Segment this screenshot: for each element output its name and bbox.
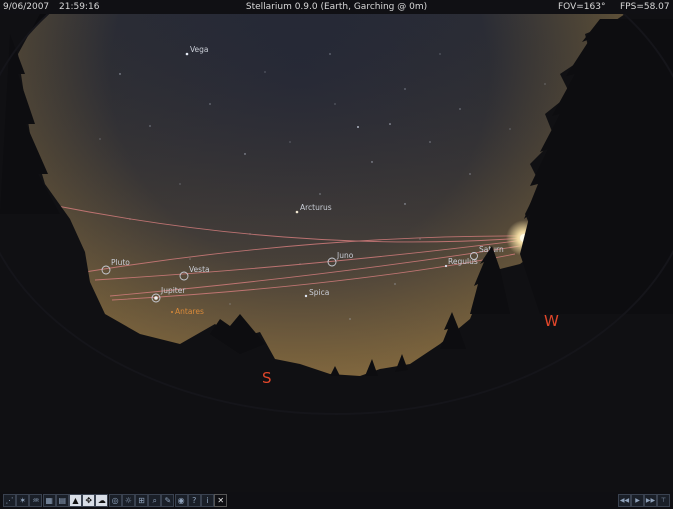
nebulas-button[interactable]: ◎ [108, 494, 122, 507]
search-icon: ⌕ [152, 496, 157, 505]
nebulas-icon: ◎ [111, 496, 119, 505]
constellation-lines-icon: ⋰ [5, 496, 14, 505]
star-arcturus-label: Arcturus [300, 203, 332, 212]
info-button[interactable]: i [201, 494, 214, 507]
constellation-names-icon: ✶ [19, 496, 27, 505]
equatorial-grid-icon: ▤ [58, 496, 67, 505]
fast-forward-button[interactable]: ▶▶ [644, 494, 657, 507]
azimuth-grid-button[interactable]: ▦ [42, 494, 56, 507]
fov-readout: FOV=163° [558, 2, 606, 12]
fast-forward-icon: ▶▶ [645, 497, 656, 504]
star-vega[interactable]: Vega [185, 45, 209, 56]
rewind-icon: ◀◀ [619, 497, 630, 504]
star-antares-label: Antares [175, 307, 204, 316]
cardinal-points-button[interactable]: ✥ [82, 494, 96, 507]
atmosphere-icon: ☁ [97, 496, 106, 505]
star-spica[interactable]: Spica [304, 288, 330, 298]
fps-readout: FPS=58.07 [620, 2, 670, 12]
cardinal-south: S [262, 369, 272, 387]
equatorial-grid-button[interactable]: ▤ [55, 494, 69, 507]
constellation-art-icon: ♒ [32, 496, 40, 505]
status-bar: 9/06/2007 21:59:16 Stellarium 0.9.0 (Ear… [0, 0, 673, 14]
star-regulus-label: Regulus [448, 257, 478, 266]
star-spica-label: Spica [309, 288, 329, 297]
now-icon: ⊤ [660, 497, 667, 504]
sky-canvas[interactable]: Vega Arcturus Spica Regulus Antares Plut… [0, 14, 673, 492]
equatorial-mount-button[interactable]: ⊞ [135, 494, 148, 507]
cardinal-points-icon: ✥ [85, 496, 93, 505]
now-button[interactable]: ⊤ [657, 494, 670, 507]
info-icon: i [206, 496, 209, 505]
rewind-button[interactable]: ◀◀ [618, 494, 631, 507]
configuration-button[interactable]: ✎ [161, 494, 175, 507]
sky-view[interactable]: Vega Arcturus Spica Regulus Antares Plut… [0, 14, 673, 492]
atmosphere-button[interactable]: ☁ [95, 494, 109, 507]
ground-icon: ▲ [72, 496, 79, 505]
ground-button[interactable]: ▲ [69, 494, 82, 507]
constellation-names-button[interactable]: ✶ [16, 494, 30, 507]
planet-hints-button[interactable]: ☼ [121, 494, 135, 507]
constellation-lines-button[interactable]: ⋰ [3, 494, 16, 507]
constellation-art-button[interactable]: ♒ [29, 494, 43, 507]
bottom-toolbar: ⋰ ✶ ♒ ▦ ▤ ▲ ✥ ☁ ◎ ☼ ⊞ ⌕ ✎ ◉? i ✕ ◀◀ ▶ ▶▶ ⊤ [0, 492, 673, 509]
play-icon: ▶ [635, 497, 640, 504]
cardinal-west: W [544, 312, 559, 330]
night-mode-button[interactable]: ◉ [174, 494, 188, 507]
night-mode-icon: ◉ [177, 496, 185, 505]
star-arcturus[interactable]: Arcturus [295, 203, 332, 214]
search-button[interactable]: ⌕ [148, 494, 162, 507]
help-icon: ? [192, 496, 197, 505]
quit-button[interactable]: ✕ [214, 494, 228, 507]
planet-jupiter-label: Jupiter [160, 286, 186, 295]
play-button[interactable]: ▶ [631, 494, 644, 507]
equatorial-mount-icon: ⊞ [138, 496, 145, 505]
star-vega-label: Vega [190, 45, 209, 54]
planet-pluto-label: Pluto [111, 258, 130, 267]
configuration-icon: ✎ [164, 496, 172, 505]
azimuth-grid-icon: ▦ [45, 496, 53, 505]
help-button[interactable]: ? [187, 494, 201, 507]
planet-vesta-label: Vesta [189, 265, 210, 274]
planet-juno-label: Juno [336, 251, 354, 260]
star-regulus[interactable]: Regulus [444, 257, 478, 268]
stellarium-window: 9/06/2007 21:59:16 Stellarium 0.9.0 (Ear… [0, 0, 673, 509]
quit-icon: ✕ [217, 496, 225, 505]
star-antares[interactable]: Antares [171, 307, 204, 316]
planet-hints-icon: ☼ [124, 496, 132, 505]
